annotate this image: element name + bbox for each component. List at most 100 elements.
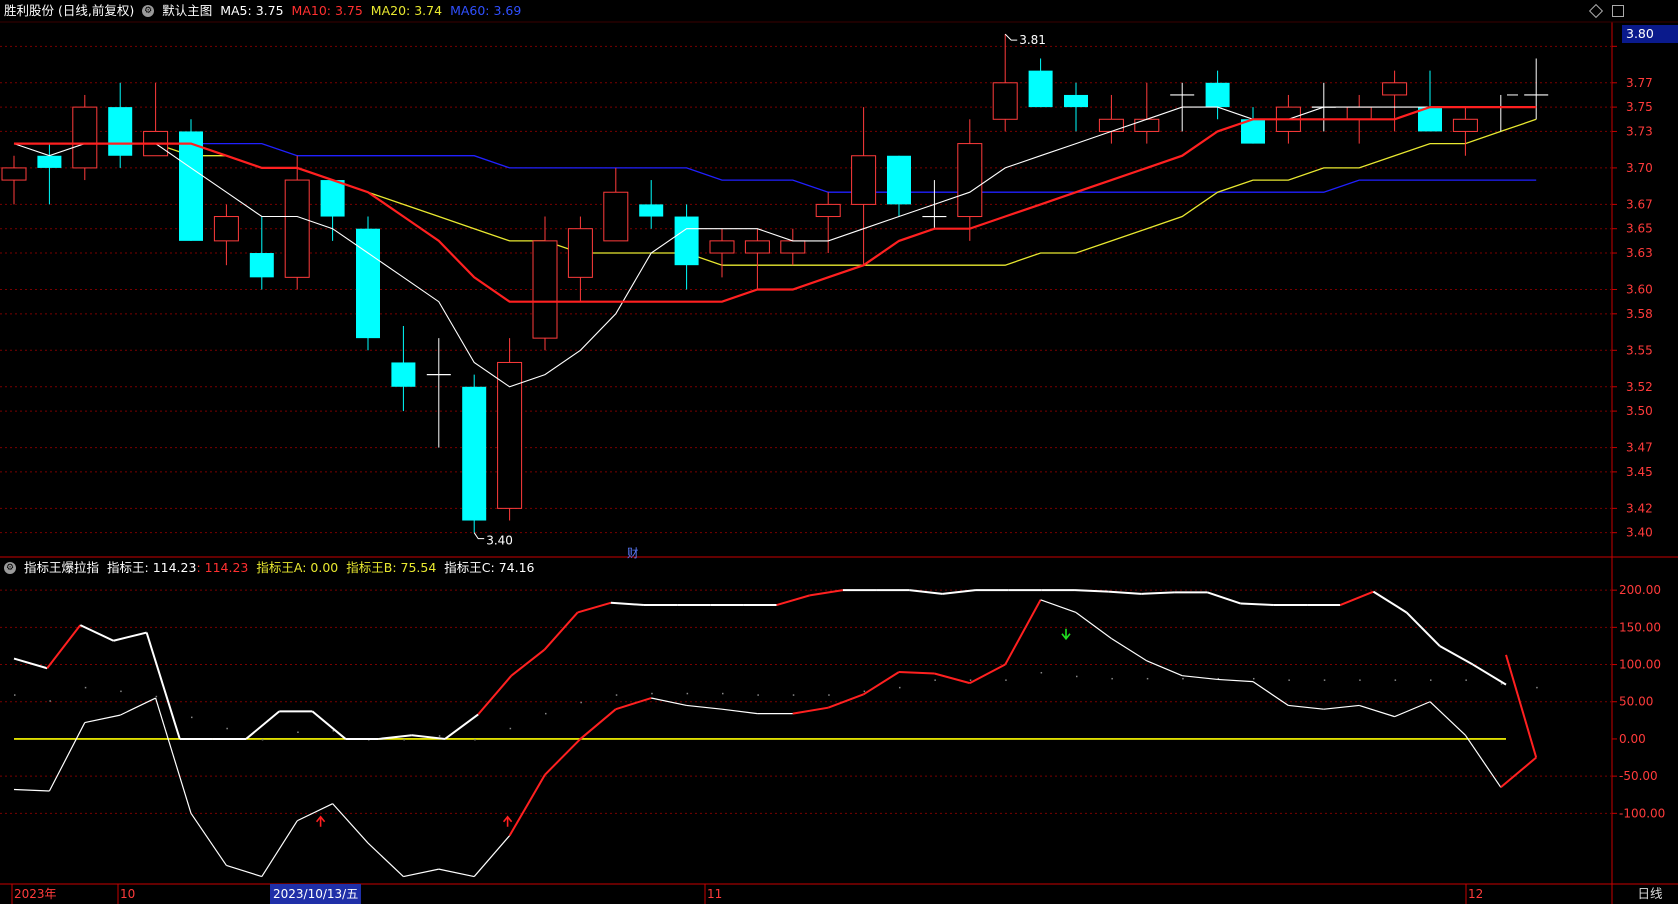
y-tick-label: 3.55 [1626,343,1653,357]
indicator-dot [1253,677,1255,680]
indicator-dot [155,695,158,698]
main-chart-header: 胜利股份 (日线,前复权) ⚙ 默认主图 MA5: 3.75 MA10: 3.7… [0,0,521,22]
indicator-dot [191,716,193,719]
y-tick-label: 3.75 [1626,100,1653,114]
high-label: 3.81 [1019,33,1046,47]
indicator-dot [934,679,936,681]
indicator-dot [1465,679,1467,681]
candle-body [744,240,770,254]
finance-marker[interactable]: 财 [627,545,639,561]
candle-body [462,386,487,521]
template-selector[interactable]: 默认主图 [162,0,212,22]
candle-body [1064,94,1088,108]
indicator-dot [1005,679,1007,681]
candle-body [72,106,98,169]
indicator-tick-label: 150.00 [1619,620,1661,634]
indicator-tick-label: -100.00 [1619,806,1665,820]
candle-body [851,155,877,205]
y-tick-label: 3.77 [1626,76,1653,90]
stock-title[interactable]: 胜利股份 (日线,前复权) [4,0,134,22]
candle-body [709,240,735,254]
x-label-nov: 11 [707,887,723,901]
candle-body [213,216,239,242]
window-toggle-icon[interactable] [1612,5,1624,17]
indicator-settings-icon[interactable]: ⚙ [4,562,16,574]
indicator-dot [403,738,405,741]
indicator-dot [14,694,16,696]
candle-body [1098,118,1124,132]
candle-body [887,155,911,205]
indicator-dot [297,731,299,733]
indicator-dot [120,690,122,693]
y-tick-label: 3.60 [1626,283,1653,297]
x-label-oct: 10 [120,887,136,901]
indicator-dot [757,694,759,696]
settings-icon[interactable]: ⚙ [142,5,155,17]
ma10-value: MA10: 3.75 [291,3,363,18]
y-tick-label: 3.47 [1626,441,1653,455]
zbw-c-value: 指标王C: 74.16 [444,560,535,575]
candle-body [1382,82,1408,96]
indicator-dot [1040,671,1043,674]
candle-body [1452,118,1478,132]
candle-body [1028,70,1053,108]
indicator-dot [1111,677,1113,680]
candle-body [356,228,380,339]
indicator-dot [226,727,228,730]
candle-body [957,143,983,218]
indicator-dot [1394,679,1397,681]
indicator-dot [580,701,582,704]
y-tick-label: 3.65 [1626,222,1653,236]
y-tick-label: 3.63 [1626,246,1653,260]
indicator-dot [49,700,51,702]
candle-body [108,107,133,156]
indicator-dot [509,727,512,730]
y-tick-label: 3.67 [1626,197,1653,211]
candle-body [179,131,203,241]
indicator-tick-label: 50.00 [1619,695,1653,709]
candle-body [815,203,841,218]
y-tick-label: 3.58 [1626,307,1653,321]
indicator-header: ⚙ 指标王爆拉指 指标王: 114.23: 114.23 指标王A: 0.00 … [0,557,535,579]
indicator-dot [1536,686,1538,689]
zbw-value: 指标王: 114.23: 114.23 [107,560,249,575]
candle-body [1,167,27,181]
candle-body [567,228,593,278]
indicator-dot [686,692,689,695]
kline-chart[interactable]: 3.77 3.75 3.73 3.70 3.67 3.65 3.63 3.60 3.58 3.55… [0,0,1678,904]
y-tick-label: 3.73 [1626,124,1653,138]
indicator-dot [1182,677,1184,680]
x-label-cursor-date: 2023/10/13/五 [270,884,362,904]
candle-body [992,82,1018,120]
zbw-a-value: 指标王A: 0.00 [256,560,339,575]
y-tick-label: 3.40 [1626,526,1653,540]
candle-body [320,180,345,217]
indicator-tick-label: 0.00 [1619,732,1646,746]
indicator-dot [792,694,795,696]
indicator-dot [969,679,972,681]
candle-body [249,253,274,278]
candle-body [1205,82,1230,108]
indicator-dot [899,686,901,689]
indicator-dot [474,738,476,741]
candle-body [1346,106,1372,120]
y-tick-label: 3.45 [1626,465,1653,479]
current-price-badge: 3.80 [1622,25,1678,43]
ma60-value: MA60: 3.69 [450,3,522,18]
x-label-year: 2023年 [14,887,57,901]
indicator-dot [828,694,830,696]
candle-body [674,216,699,266]
candle-body [603,191,629,242]
period-button[interactable]: 日线 [1622,884,1678,904]
candle-body [532,240,558,339]
indicator-dot [1323,679,1326,681]
indicator-dot [1359,679,1361,681]
y-tick-label: 3.70 [1626,161,1653,175]
indicator-title[interactable]: 指标王爆拉指 [24,557,99,579]
indicator-dot [1146,677,1149,680]
indicator-dot [722,692,724,695]
candle-body [639,204,664,217]
zbw-b-value: 指标王B: 75.54 [346,560,437,575]
indicator-dot [545,712,547,715]
indicator-dot [863,690,866,693]
